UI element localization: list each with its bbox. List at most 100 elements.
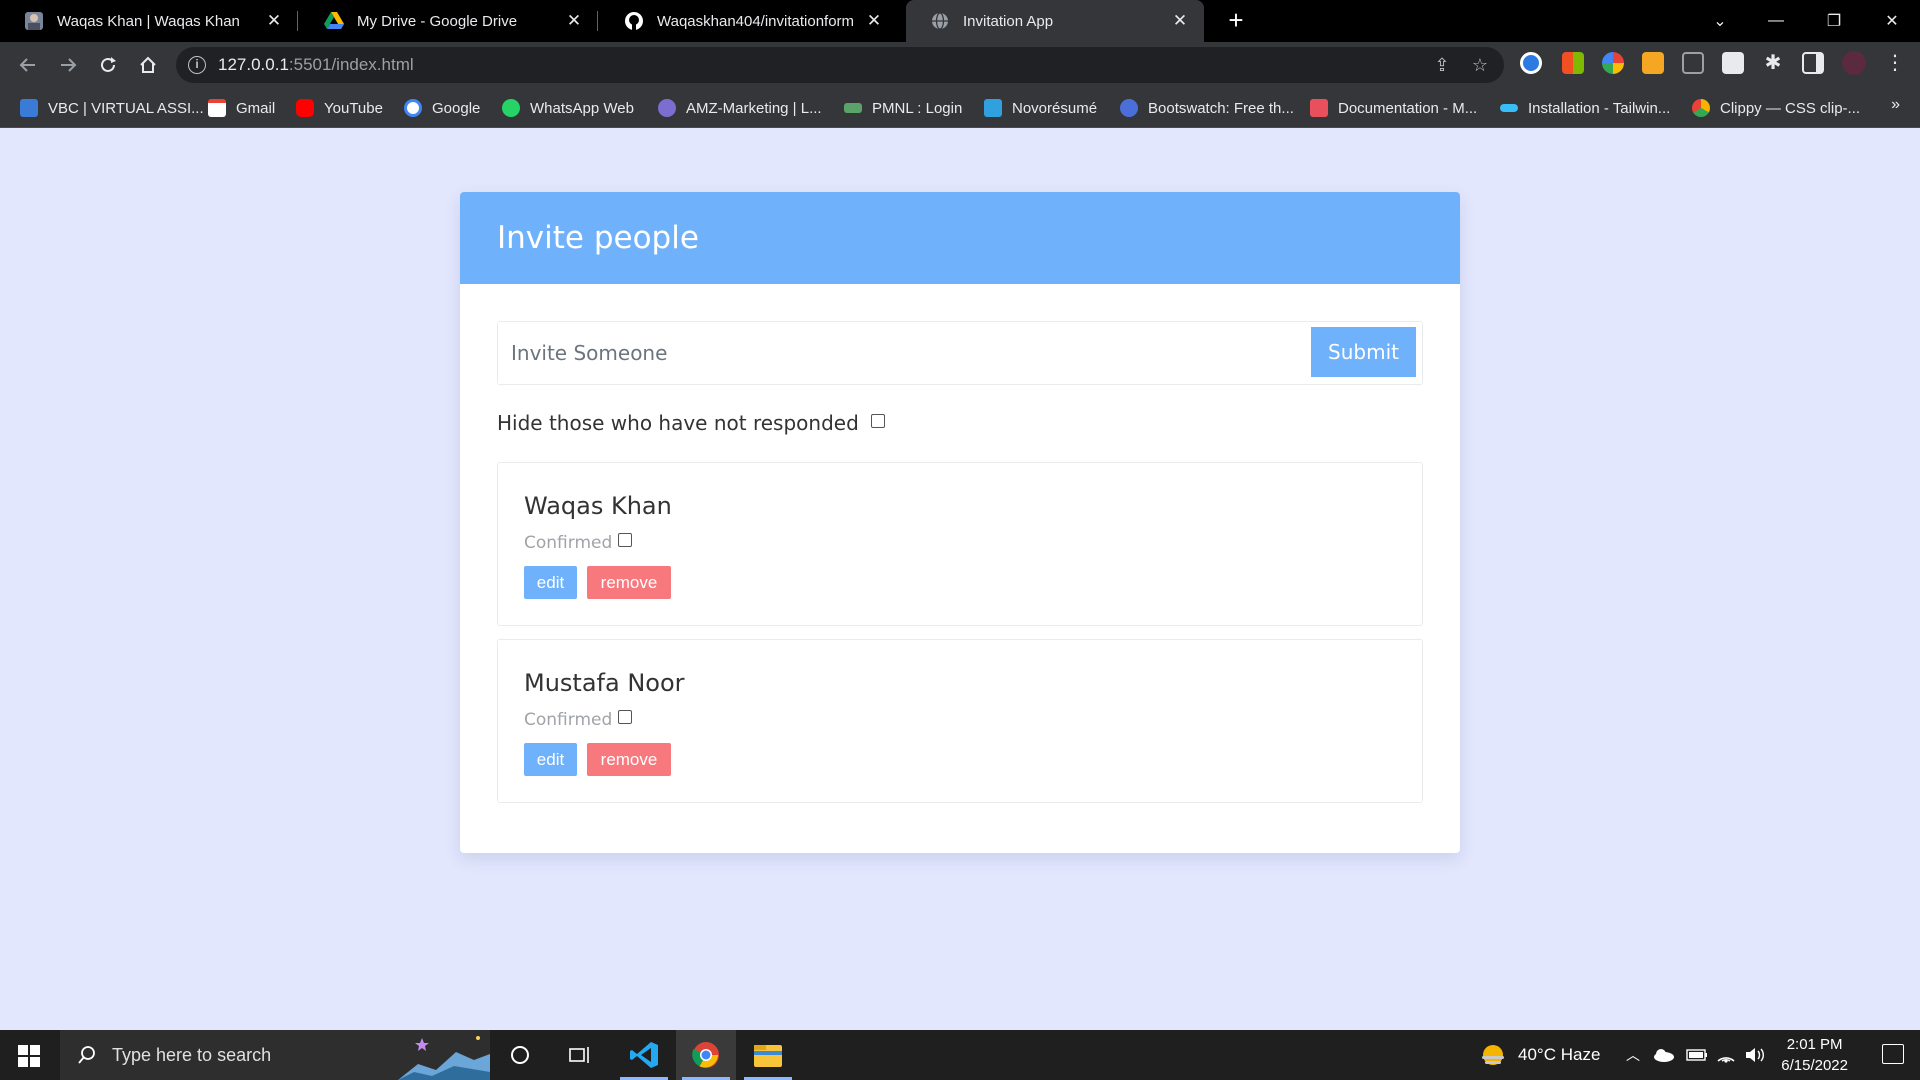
- bookmark-star-icon[interactable]: ☆: [1470, 55, 1490, 75]
- browser-tab-active[interactable]: Invitation App ✕: [906, 0, 1204, 42]
- clock-date: 6/15/2022: [1781, 1057, 1848, 1074]
- battery-icon[interactable]: [1686, 1030, 1708, 1080]
- tray-chevron-icon[interactable]: ︿: [1626, 1030, 1640, 1080]
- hide-unresponded-checkbox[interactable]: [870, 414, 885, 428]
- extension-icon[interactable]: [1682, 52, 1704, 74]
- extension-icon[interactable]: [1520, 52, 1542, 74]
- hide-unresponded-filter[interactable]: Hide those who have not responded: [497, 411, 885, 435]
- filter-label: Hide those who have not responded: [497, 411, 859, 435]
- confirmed-row: Confirmed: [524, 710, 633, 730]
- close-tab-icon[interactable]: ✕: [564, 11, 584, 31]
- side-panel-icon[interactable]: [1802, 52, 1824, 74]
- remove-button[interactable]: remove: [587, 566, 671, 599]
- extension-icon[interactable]: [1562, 52, 1584, 74]
- puzzle-extensions-icon[interactable]: ✱: [1762, 52, 1784, 74]
- home-icon[interactable]: [134, 51, 162, 79]
- site-info-icon[interactable]: i: [188, 56, 206, 74]
- tab-separator: [297, 11, 298, 31]
- weather-widget[interactable]: 40°C Haze: [1480, 1030, 1600, 1080]
- confirmed-label: Confirmed: [524, 533, 613, 553]
- bookmark-item[interactable]: Documentation - M...: [1310, 97, 1477, 119]
- vbc-icon: [20, 99, 38, 117]
- clippy-icon: [1692, 99, 1710, 117]
- address-bar[interactable]: i 127.0.0.1:5501/index.html ⇪ ☆: [176, 47, 1504, 83]
- volume-icon[interactable]: [1744, 1030, 1766, 1080]
- tab-search-icon[interactable]: ⌄: [1692, 0, 1748, 42]
- extension-icon[interactable]: [1602, 52, 1624, 74]
- bookmark-label: WhatsApp Web: [530, 99, 634, 117]
- invite-input[interactable]: [498, 322, 1308, 384]
- whatsapp-icon: [502, 99, 520, 117]
- bookmark-label: YouTube: [324, 99, 383, 117]
- notification-center-icon[interactable]: [1882, 1044, 1904, 1064]
- task-view-icon[interactable]: [550, 1030, 610, 1080]
- tab-title: Invitation App: [963, 12, 1054, 30]
- edit-button[interactable]: edit: [524, 566, 577, 599]
- more-menu-icon[interactable]: ⋮: [1884, 52, 1906, 74]
- back-icon[interactable]: [14, 51, 42, 79]
- edit-button[interactable]: edit: [524, 743, 577, 776]
- close-tab-icon[interactable]: ✕: [264, 11, 284, 31]
- browser-tab[interactable]: Waqaskhan404/invitationform ✕: [600, 0, 898, 42]
- bookmark-item[interactable]: Google: [404, 97, 480, 119]
- bookmark-label: Gmail: [236, 99, 276, 117]
- browser-tab-strip: Waqas Khan | Waqas Khan ✕ My Drive - Goo…: [0, 0, 1920, 42]
- tab-title: Waqas Khan | Waqas Khan: [57, 12, 240, 30]
- bookmark-item[interactable]: PMNL : Login: [844, 97, 962, 119]
- close-window-button[interactable]: ✕: [1864, 0, 1920, 42]
- bookmark-item[interactable]: Clippy — CSS clip-...: [1692, 97, 1860, 119]
- bookmark-item[interactable]: AMZ-Marketing | L...: [658, 97, 822, 119]
- more-bookmarks-icon[interactable]: »: [1891, 96, 1900, 114]
- invite-form: Submit: [497, 321, 1423, 385]
- reload-icon[interactable]: [94, 51, 122, 79]
- extension-icon[interactable]: [1722, 52, 1744, 74]
- new-tab-button[interactable]: +: [1222, 7, 1250, 35]
- browser-tab[interactable]: My Drive - Google Drive ✕: [300, 0, 598, 42]
- bookmark-item[interactable]: Gmail: [208, 97, 275, 119]
- remove-button[interactable]: remove: [587, 743, 671, 776]
- taskbar-clock[interactable]: 2:01 PM 6/15/2022: [1781, 1034, 1848, 1076]
- profile-avatar[interactable]: [1842, 51, 1866, 75]
- invitee-name: Mustafa Noor: [524, 669, 685, 697]
- vscode-icon[interactable]: [614, 1030, 674, 1080]
- bookmark-item[interactable]: VBC | VIRTUAL ASSI...: [20, 97, 204, 119]
- bookmark-item[interactable]: Bootswatch: Free th...: [1120, 97, 1294, 119]
- restore-button[interactable]: ❐: [1806, 0, 1862, 42]
- invite-card: Invite people Submit Hide those who have…: [460, 192, 1460, 853]
- extension-icon[interactable]: [1642, 52, 1664, 74]
- avatar-favicon: [24, 11, 44, 31]
- close-tab-icon[interactable]: ✕: [864, 11, 884, 31]
- wifi-icon[interactable]: [1716, 1030, 1736, 1080]
- confirmed-checkbox[interactable]: [618, 710, 633, 724]
- bookmark-item[interactable]: WhatsApp Web: [502, 97, 634, 119]
- forward-icon[interactable]: [54, 51, 82, 79]
- bookmark-label: VBC | VIRTUAL ASSI...: [48, 99, 204, 117]
- bookmark-label: Google: [432, 99, 481, 117]
- address-url: 127.0.0.1:5501/index.html: [218, 55, 414, 75]
- browser-tab[interactable]: Waqas Khan | Waqas Khan ✕: [0, 0, 298, 42]
- onedrive-icon[interactable]: [1652, 1030, 1674, 1080]
- weather-text: 40°C Haze: [1518, 1045, 1601, 1064]
- amz-icon: [658, 99, 676, 117]
- cortana-icon[interactable]: [490, 1030, 550, 1080]
- bookmark-item[interactable]: Novorésumé: [984, 97, 1097, 119]
- chrome-icon[interactable]: [676, 1030, 736, 1080]
- weather-haze-icon: [1482, 1045, 1504, 1065]
- bookmark-label: Bootswatch: Free th...: [1148, 99, 1294, 117]
- bookmark-item[interactable]: YouTube: [296, 97, 383, 119]
- minimize-button[interactable]: —: [1748, 0, 1804, 42]
- close-tab-icon[interactable]: ✕: [1170, 11, 1190, 31]
- url-host: 127.0.0.1: [218, 55, 289, 74]
- share-icon[interactable]: ⇪: [1432, 55, 1452, 75]
- taskbar-search[interactable]: Type here to search: [60, 1030, 490, 1080]
- tab-separator: [597, 11, 598, 31]
- windows-start-icon[interactable]: [18, 1045, 40, 1067]
- google-drive-icon: [324, 11, 344, 31]
- bookmark-item[interactable]: Installation - Tailwin...: [1500, 97, 1670, 119]
- bookmark-label: Documentation - M...: [1338, 99, 1478, 117]
- taskbar-search-placeholder: Type here to search: [112, 1044, 272, 1065]
- confirmed-checkbox[interactable]: [618, 533, 633, 547]
- submit-button[interactable]: Submit: [1311, 327, 1416, 377]
- bookmark-label: PMNL : Login: [872, 99, 963, 117]
- file-explorer-icon[interactable]: [738, 1030, 798, 1080]
